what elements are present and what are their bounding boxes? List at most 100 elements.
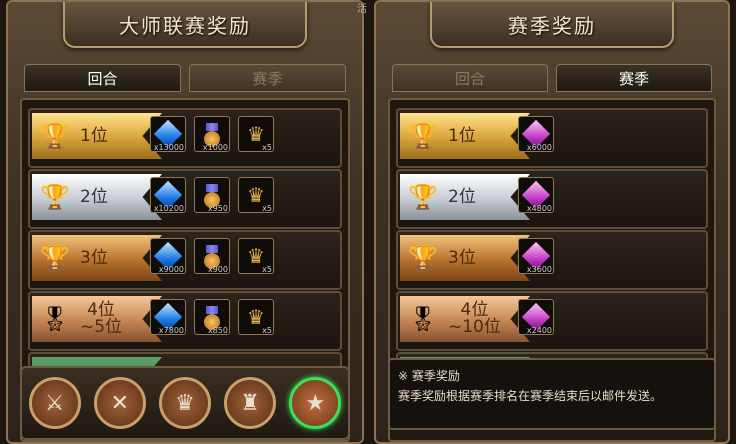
panel-title: 大师联赛奖励 [119, 13, 251, 38]
reward-row: 🏆 2位 x4800 [396, 169, 708, 229]
reward-quantity: x5 [262, 265, 272, 274]
tab-round[interactable]: 回合 [392, 64, 548, 92]
crown-icon[interactable]: ♛ [158, 377, 211, 429]
reward-item[interactable]: x6000 [518, 116, 554, 152]
rank-banner: 🏆 3位 [32, 235, 162, 281]
rank-label: 3位 [80, 247, 108, 268]
season-reward-panel: 赛季奖励 回合 赛季 🏆 1位 x6000 🏆 2位 x4800 🏆 3位 x3600 🎖 4位 ~1… [374, 0, 730, 444]
panel-title: 赛季奖励 [508, 13, 596, 38]
trophy-icon: 🎖 [39, 305, 71, 333]
reward-quantity: x5 [262, 204, 272, 213]
reward-item[interactable]: x10200 [150, 177, 186, 213]
reward-row: 🏆 3位 x3600 [396, 230, 708, 290]
reward-items: x9000 x900 ♛ x5 [150, 238, 274, 274]
trophy-icon: 🏆 [40, 122, 70, 150]
rank-label: 4位 ~5位 [80, 300, 123, 337]
reward-quantity: x2400 [526, 326, 552, 335]
reward-quantity: x13000 [153, 143, 184, 152]
game-screen: 大师联赛奖励 回合 赛季 🏆 1位 x13000 x1000 ♛ x5 🏆 2位 x10200 x… [0, 0, 736, 444]
reward-item[interactable]: x950 [194, 177, 230, 213]
reward-quantity: x3600 [526, 265, 552, 274]
tab-round[interactable]: 回合 [24, 64, 181, 92]
panel-title-bar: 赛季奖励 [430, 2, 674, 48]
gold-wings-icon: ♛ [247, 122, 265, 146]
trophy-icon: 🏆 [408, 122, 438, 150]
reward-item[interactable]: ♛ x5 [238, 238, 274, 274]
reward-items: x2400 [518, 299, 554, 335]
reward-item[interactable]: ♛ x5 [238, 177, 274, 213]
reward-items: x10200 x950 ♛ x5 [150, 177, 274, 213]
reward-row: 🏆 3位 x9000 x900 ♛ x5 [28, 230, 342, 290]
rank-banner: 🏆 2位 [400, 174, 530, 220]
rank-label: 1位 [80, 125, 108, 146]
trophy-icon: 🎖 [407, 305, 439, 333]
sword-shield-icon[interactable]: ⚔ [28, 377, 81, 429]
reward-items: x4800 [518, 177, 554, 213]
gold-wings-icon: ♛ [247, 244, 265, 268]
reward-row: 🏆 1位 x13000 x1000 ♛ x5 [28, 108, 342, 168]
rank-label: 2位 [448, 186, 476, 207]
reward-item[interactable]: x1000 [194, 116, 230, 152]
medal-icon [203, 306, 221, 330]
reward-item[interactable]: ♛ x5 [238, 299, 274, 335]
rank-banner: 🏆 3位 [400, 235, 530, 281]
reward-quantity: x9000 [158, 265, 184, 274]
trophy-icon: 🏆 [408, 183, 438, 211]
tab-season[interactable]: 赛季 [556, 64, 712, 92]
rank-label: 3位 [448, 247, 476, 268]
reward-row: 🎖 4位 ~10位 x2400 [396, 291, 708, 351]
rank-banner: 🏆 1位 [400, 113, 530, 159]
reward-quantity: x6000 [526, 143, 552, 152]
reward-item[interactable]: x900 [194, 238, 230, 274]
reward-items: x6000 [518, 116, 554, 152]
tab-season[interactable]: 赛季 [189, 64, 346, 92]
edge-text: 活 [357, 4, 367, 15]
rank-label: 1位 [448, 125, 476, 146]
tab-bar: 回合 赛季 [24, 64, 346, 92]
rank-banner: 🏆 2位 [32, 174, 162, 220]
reward-items: x3600 [518, 238, 554, 274]
reward-quantity: x4800 [526, 204, 552, 213]
trophy-icon: 🏆 [40, 244, 70, 272]
reward-quantity: x5 [262, 143, 272, 152]
medal-icon [203, 123, 221, 147]
reward-quantity: x950 [207, 204, 228, 213]
tab-bar: 回合 赛季 [392, 64, 712, 92]
reward-quantity: x850 [207, 326, 228, 335]
winged-crest-icon[interactable]: ♜ [224, 377, 277, 429]
medal-icon [203, 184, 221, 208]
league-icon-bar: ⚔ ✕ ♛ ♜ ★ [20, 366, 350, 440]
reward-quantity: x900 [207, 265, 228, 274]
reward-quantity: x1000 [202, 143, 228, 152]
reward-item[interactable]: ♛ x5 [238, 116, 274, 152]
reward-row: 🏆 2位 x10200 x950 ♛ x5 [28, 169, 342, 229]
league-reward-panel: 大师联赛奖励 回合 赛季 🏆 1位 x13000 x1000 ♛ x5 🏆 2位 x10200 x… [6, 0, 364, 444]
rank-banner: 🎖 4位 ~10位 [400, 296, 530, 342]
gold-wings-icon: ♛ [247, 305, 265, 329]
notice-text: 赛季奖励根据赛季排名在赛季结束后以邮件发送。 [398, 389, 663, 403]
trophy-icon: 🏆 [40, 183, 70, 211]
reward-quantity: x7800 [158, 326, 184, 335]
reward-row: 🏆 1位 x6000 [396, 108, 708, 168]
rank-label: 2位 [80, 186, 108, 207]
reward-item[interactable]: x7800 [150, 299, 186, 335]
reward-item[interactable]: x2400 [518, 299, 554, 335]
reward-item[interactable]: x4800 [518, 177, 554, 213]
rank-label: 4位 ~10位 [448, 300, 501, 337]
season-notice: ※ 赛季奖励 赛季奖励根据赛季排名在赛季结束后以邮件发送。 [388, 358, 716, 430]
rank-banner: 🎖 4位 ~5位 [32, 296, 162, 342]
crossed-swords-icon[interactable]: ✕ [93, 377, 146, 429]
reward-items: x7800 x850 ♛ x5 [150, 299, 274, 335]
notice-title: ※ 赛季奖励 [398, 369, 460, 383]
rank-banner: 🏆 1位 [32, 113, 162, 159]
reward-row: 🎖 4位 ~5位 x7800 x850 ♛ x5 [28, 291, 342, 351]
trophy-icon: 🏆 [408, 244, 438, 272]
panel-title-bar: 大师联赛奖励 [63, 2, 307, 48]
gold-wings-icon: ♛ [247, 183, 265, 207]
star-wings-icon[interactable]: ★ [289, 377, 342, 429]
reward-quantity: x5 [262, 326, 272, 335]
reward-item[interactable]: x850 [194, 299, 230, 335]
reward-item[interactable]: x9000 [150, 238, 186, 274]
reward-item[interactable]: x3600 [518, 238, 554, 274]
reward-item[interactable]: x13000 [150, 116, 186, 152]
